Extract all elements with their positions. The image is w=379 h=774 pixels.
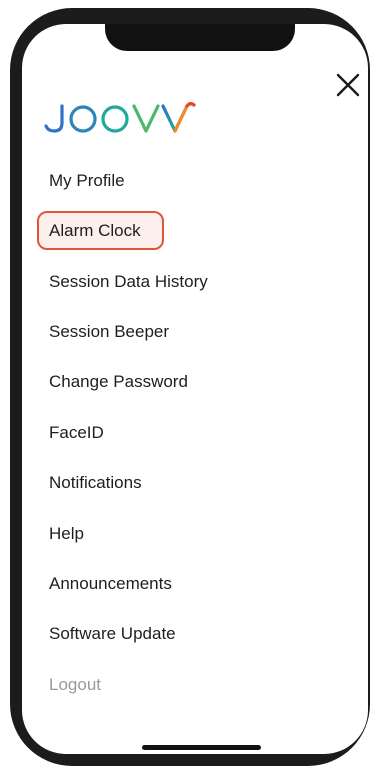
page: JOOVV bbox=[0, 0, 379, 774]
menu-item-announcements[interactable]: Announcements bbox=[49, 574, 172, 594]
menu-item-logout[interactable]: Logout bbox=[49, 675, 101, 695]
close-button[interactable] bbox=[335, 72, 361, 98]
home-indicator bbox=[142, 745, 261, 750]
menu-item-session-beeper[interactable]: Session Beeper bbox=[49, 322, 169, 342]
menu-item-faceid[interactable]: FaceID bbox=[49, 423, 104, 443]
joovv-logo: JOOVV bbox=[44, 101, 204, 135]
menu-item-notifications[interactable]: Notifications bbox=[49, 473, 142, 493]
menu-item-change-password[interactable]: Change Password bbox=[49, 372, 188, 392]
close-icon bbox=[336, 73, 360, 97]
menu-item-help[interactable]: Help bbox=[49, 524, 84, 544]
menu-item-session-data-history[interactable]: Session Data History bbox=[49, 272, 208, 292]
joovv-logo-mark bbox=[44, 102, 196, 133]
menu-item-my-profile[interactable]: My Profile bbox=[49, 171, 125, 191]
phone-notch bbox=[105, 24, 295, 51]
menu-item-software-update[interactable]: Software Update bbox=[49, 624, 176, 644]
menu-item-alarm-clock[interactable]: Alarm Clock bbox=[49, 221, 141, 241]
